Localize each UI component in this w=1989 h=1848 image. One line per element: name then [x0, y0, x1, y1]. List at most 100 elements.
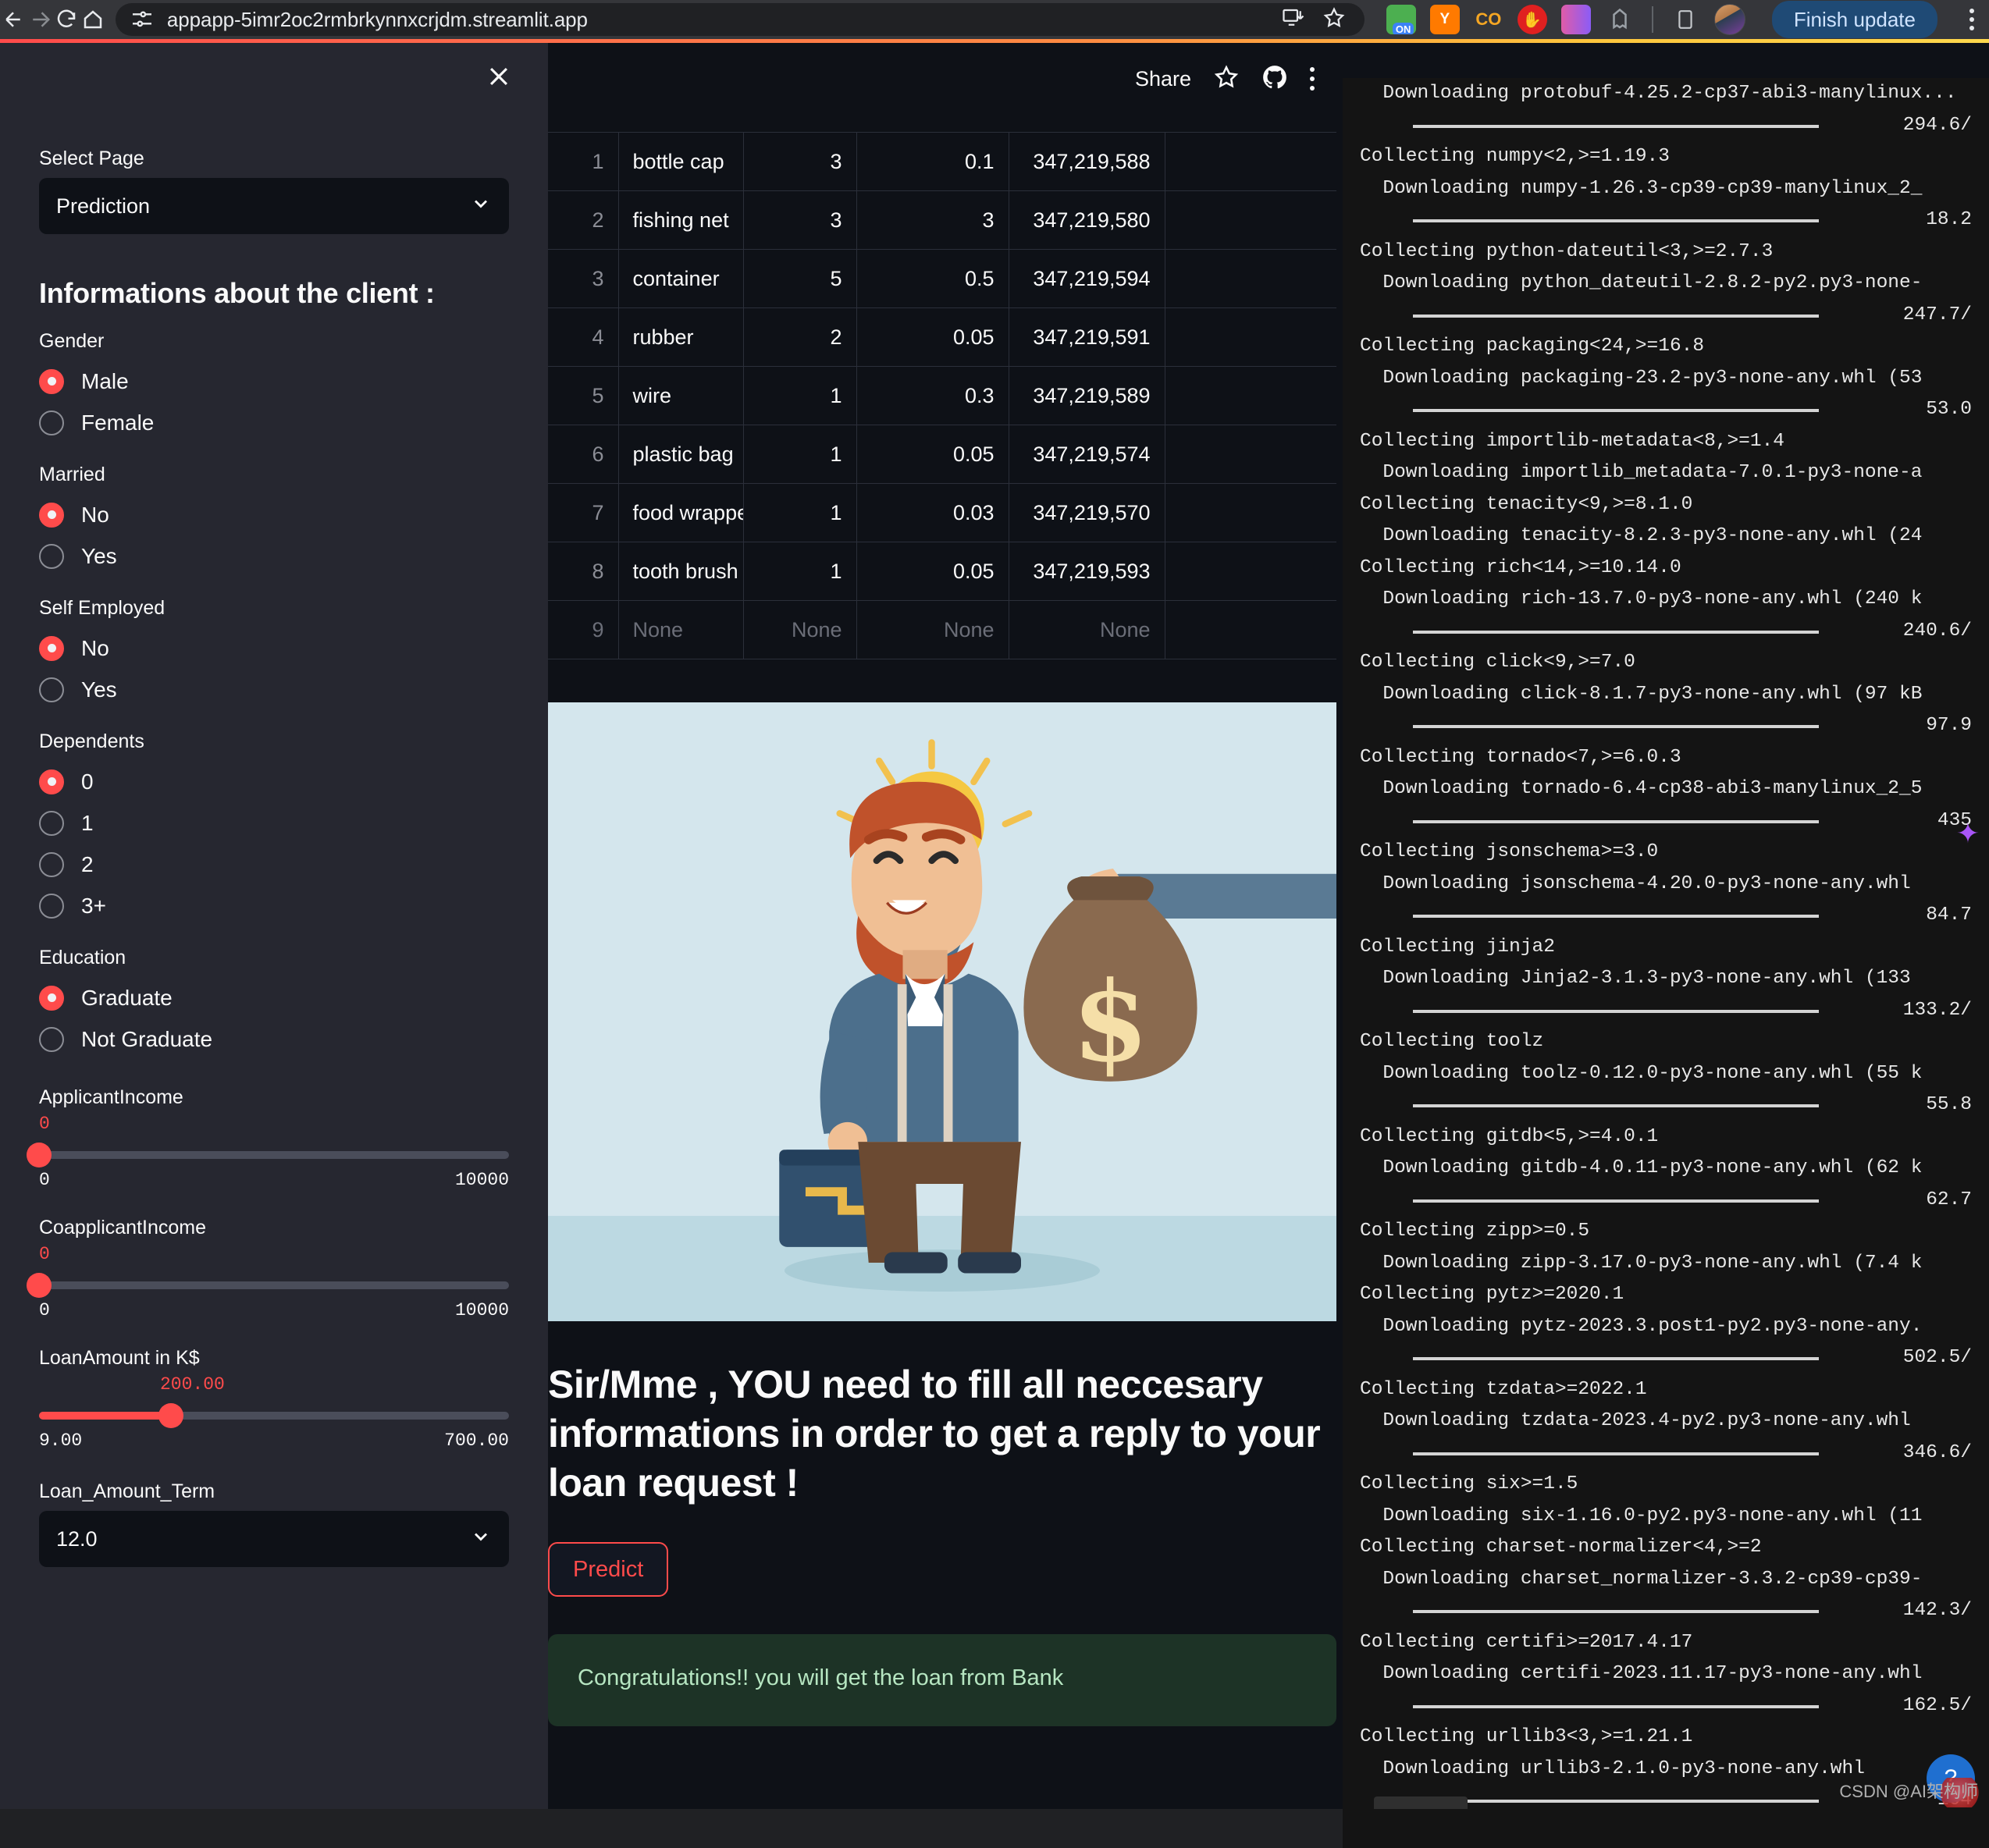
home-button[interactable]: [80, 0, 106, 39]
radio-label: Female: [81, 410, 155, 435]
slider-thumb[interactable]: [27, 1143, 52, 1167]
radio-label: No: [81, 635, 109, 660]
radio-option-dep-0[interactable]: 0: [39, 761, 509, 802]
table-row[interactable]: 2 fishing net 3 3 347,219,580: [548, 190, 1336, 250]
data-table[interactable]: 1 bottle cap 3 0.1 347,219,588 2 fishing net 3 3…: [548, 132, 1343, 659]
radio-option-selfemp-no[interactable]: No: [39, 627, 509, 669]
terminal-progress-line: 346.6/: [1360, 1438, 1989, 1470]
radio-group-gender: Gender Male Female: [39, 330, 509, 443]
table-cell: 9: [548, 600, 619, 659]
extension-icon-3[interactable]: ✋: [1517, 5, 1547, 34]
terminal-line: Downloading charset_normalizer-3.3.2-cp3…: [1360, 1568, 1923, 1590]
radio-option-male[interactable]: Male: [39, 361, 509, 402]
select-page-label: Select Page: [39, 147, 144, 169]
github-icon[interactable]: [1261, 64, 1288, 94]
terminal-progress-line: 247.7/: [1360, 300, 1989, 332]
profile-avatar[interactable]: [1713, 4, 1745, 35]
terminal-progress-line: 142.3/: [1360, 1595, 1989, 1627]
select-page-dropdown[interactable]: Prediction: [39, 178, 509, 234]
terminal-progress-line: 84.7: [1360, 900, 1989, 932]
terminal-line: Downloading zipp-3.17.0-py3-none-any.whl…: [1360, 1252, 1923, 1274]
table-row[interactable]: 5 wire 1 0.3 347,219,589: [548, 366, 1336, 425]
terminal-line: Collecting charset-normalizer<4,>=2: [1360, 1537, 1762, 1558]
slider-coapplicant-income-label: CoapplicantIncome: [39, 1217, 207, 1239]
table-row[interactable]: 9 None None None None: [548, 600, 1336, 659]
extension-icon-6[interactable]: [1671, 5, 1700, 34]
slider-thumb[interactable]: [158, 1403, 183, 1428]
radio-option-dep-3plus[interactable]: 3+: [39, 885, 509, 926]
table-cell: [1164, 132, 1336, 191]
terminal-scroll-nub[interactable]: [1374, 1796, 1468, 1809]
extension-icon-4[interactable]: [1560, 5, 1591, 34]
radio-option-dep-1[interactable]: 1: [39, 802, 509, 844]
app-menu-button[interactable]: [1310, 67, 1315, 91]
slider-thumb[interactable]: [27, 1273, 52, 1298]
slider-loan-amount-track[interactable]: [39, 1403, 509, 1428]
loan-term-dropdown[interactable]: 12.0: [39, 1511, 509, 1567]
radio-option-female[interactable]: Female: [39, 402, 509, 443]
finish-update-button[interactable]: Finish update: [1771, 1, 1937, 38]
terminal-line: Downloading Jinja2-3.1.3-py3-none-any.wh…: [1360, 968, 1911, 989]
chevron-down-icon: [470, 1526, 492, 1553]
extension-icon-5[interactable]: [1605, 5, 1635, 34]
table-cell: 347,219,593: [1008, 542, 1165, 601]
table-row[interactable]: 3 container 5 0.5 347,219,594: [548, 249, 1336, 308]
toolbar-divider: [1651, 6, 1653, 33]
slider-loan-amount-label: LoanAmount in K$: [39, 1347, 200, 1369]
table-cell: 0.1: [856, 132, 1009, 191]
radio-option-married-yes[interactable]: Yes: [39, 535, 509, 577]
terminal-progress-line: 162.5/: [1360, 1690, 1989, 1722]
radio-option-dep-2[interactable]: 2: [39, 844, 509, 885]
terminal-line: Collecting tzdata>=2022.1: [1360, 1378, 1647, 1400]
reading-list-icon: [1678, 10, 1692, 29]
slider-coapplicant-income-track[interactable]: [27, 1273, 509, 1298]
terminal-line: Downloading python_dateutil-2.8.2-py2.py…: [1360, 272, 1923, 293]
site-settings-icon[interactable]: [130, 7, 155, 32]
close-sidebar-button[interactable]: [479, 57, 518, 96]
address-bar[interactable]: appapp-5imr2oc2rmbrkynnxcrjdm.streamlit.…: [115, 3, 1365, 36]
extension-icon-0[interactable]: ON: [1386, 5, 1416, 34]
browser-menu-button[interactable]: [1955, 9, 1989, 30]
extension-icon-2[interactable]: CO: [1474, 5, 1503, 34]
sparkle-icon[interactable]: ✦: [1950, 816, 1986, 851]
deployment-log-panel[interactable]: Downloading protobuf-4.25.2-cp37-abi3-ma…: [1343, 78, 1989, 1848]
table-cell: [1164, 307, 1336, 367]
table-cell: 0.5: [856, 249, 1009, 308]
slider-coapplicant-income-value: 0: [39, 1244, 50, 1264]
table-row[interactable]: 6 plastic bag 1 0.05 347,219,574: [548, 425, 1336, 484]
terminal-line: Downloading numpy-1.26.3-cp39-cp39-manyl…: [1360, 177, 1923, 199]
share-button[interactable]: Share: [1135, 67, 1191, 91]
favorite-star-icon[interactable]: [1213, 64, 1240, 94]
table-cell: 347,219,591: [1008, 307, 1165, 367]
terminal-line: Downloading gitdb-4.0.11-py3-none-any.wh…: [1360, 1157, 1923, 1178]
radio-dot-icon: [39, 635, 64, 661]
table-row[interactable]: 8 tooth brush 1 0.05 347,219,593: [548, 542, 1336, 601]
terminal-line: Collecting urllib3<3,>=1.21.1: [1360, 1726, 1693, 1747]
radio-option-graduate[interactable]: Graduate: [39, 977, 509, 1018]
table-row[interactable]: 4 rubber 2 0.05 347,219,591: [548, 307, 1336, 367]
radio-option-married-no[interactable]: No: [39, 494, 509, 535]
radio-option-not-graduate[interactable]: Not Graduate: [39, 1018, 509, 1060]
terminal-progress-line: 18.2: [1360, 204, 1989, 236]
terminal-line: Collecting jsonschema>=3.0: [1360, 841, 1659, 862]
terminal-line: Collecting pytz>=2020.1: [1360, 1284, 1624, 1305]
terminal-progress-line: 97.9: [1360, 710, 1989, 742]
extension-icon-1[interactable]: Y: [1429, 5, 1460, 34]
radio-dot-icon: [39, 502, 64, 528]
forward-button[interactable]: [27, 0, 53, 39]
slider-applicant-income-track[interactable]: [27, 1143, 509, 1167]
predict-button[interactable]: Predict: [548, 1542, 669, 1597]
loan-term-value: 12.0: [56, 1526, 98, 1551]
table-cell: 347,219,580: [1008, 190, 1165, 250]
radio-option-selfemp-yes[interactable]: Yes: [39, 669, 509, 710]
terminal-line: Downloading importlib_metadata-7.0.1-py3…: [1360, 462, 1923, 483]
table-row[interactable]: 1 bottle cap 3 0.1 347,219,588: [548, 132, 1336, 191]
bookmark-star-icon[interactable]: [1322, 6, 1346, 34]
select-page-value: Prediction: [56, 194, 151, 218]
reload-button[interactable]: [53, 0, 80, 39]
install-app-icon[interactable]: [1282, 6, 1305, 34]
back-button[interactable]: [0, 0, 27, 39]
terminal-line: Collecting numpy<2,>=1.19.3: [1360, 146, 1670, 167]
table-row[interactable]: 7food wrapper10.03347,219,570: [548, 483, 1336, 542]
terminal-line: Downloading click-8.1.7-py3-none-any.whl…: [1360, 683, 1923, 705]
